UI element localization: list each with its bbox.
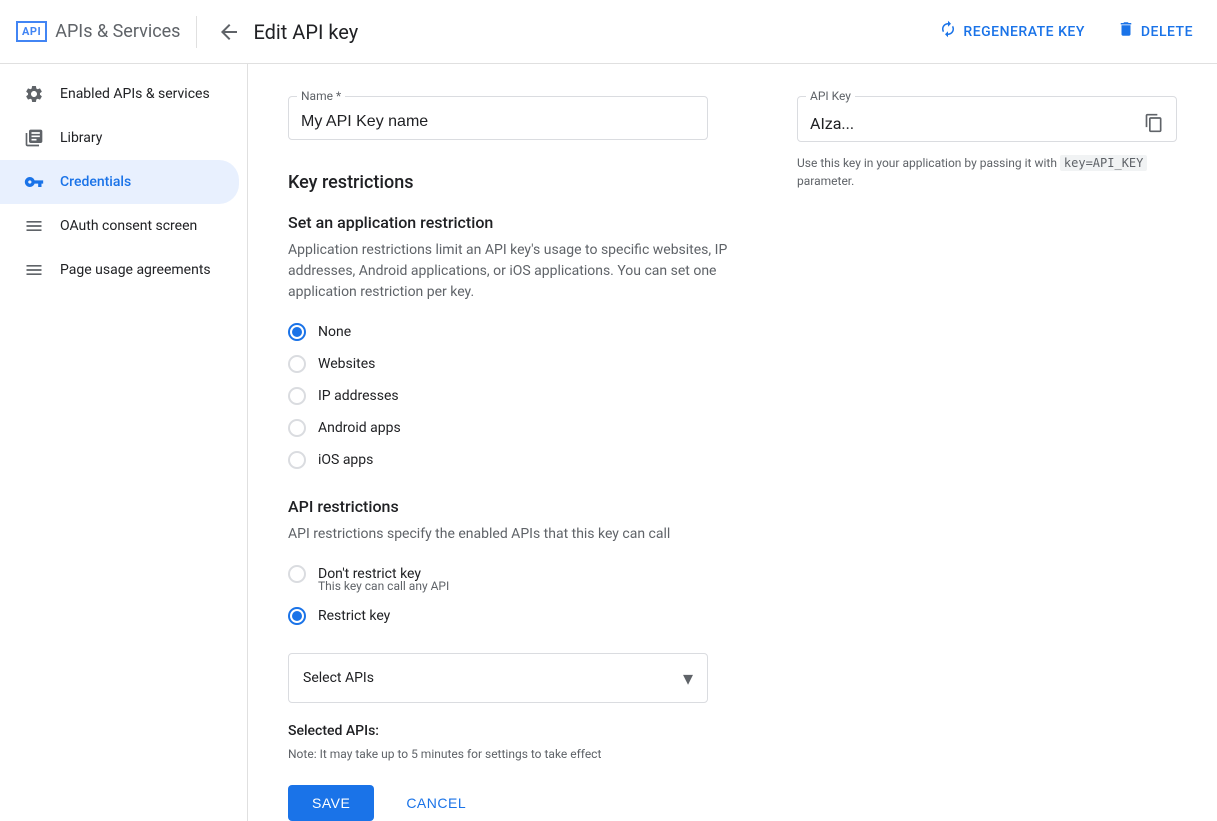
radio-restrict-label: Restrict key	[318, 608, 390, 624]
page-usage-icon	[24, 260, 44, 280]
header-nav: Edit API key	[213, 16, 915, 48]
header-divider	[196, 16, 197, 48]
api-key-hint: Use this key in your application by pass…	[797, 154, 1177, 190]
sidebar-item-label: OAuth consent screen	[60, 218, 197, 234]
dropdown-arrow-icon: ▾	[683, 666, 693, 690]
radio-ip-label: IP addresses	[318, 388, 399, 404]
radio-ios-apps[interactable]: iOS apps	[288, 451, 737, 469]
radio-android-apps[interactable]: Android apps	[288, 419, 737, 437]
action-buttons: SAVE CANCEL	[288, 785, 737, 821]
dont-restrict-sub-text: This key can call any API	[318, 579, 737, 593]
regenerate-icon	[939, 20, 957, 43]
copy-icon[interactable]	[1144, 113, 1164, 133]
name-field-label: Name *	[297, 89, 345, 103]
right-panel: API Key AIza... Use this key in your app…	[797, 96, 1177, 789]
credentials-icon	[24, 172, 44, 192]
library-icon	[24, 128, 44, 148]
cancel-button[interactable]: CANCEL	[390, 785, 482, 821]
selected-apis-label: Selected APIs:	[288, 723, 737, 739]
api-restriction-radio-group: Don't restrict key This key can call any…	[288, 565, 737, 625]
sidebar-item-enabled-apis[interactable]: Enabled APIs & services	[0, 72, 239, 116]
dont-restrict-sublabel: This key can call any API	[288, 579, 737, 593]
app-restriction-description: Application restrictions limit an API ke…	[288, 240, 737, 303]
regenerate-key-button[interactable]: REGENERATE KEY	[931, 12, 1092, 51]
oauth-icon	[24, 216, 44, 236]
app-logo: API APIs & Services	[16, 21, 180, 42]
sidebar-item-library[interactable]: Library	[0, 116, 239, 160]
key-restrictions-heading: Key restrictions	[288, 172, 737, 193]
sidebar-item-label: Library	[60, 130, 102, 146]
app-restriction-heading: Set an application restriction	[288, 213, 737, 232]
api-key-hint-code: key=API_KEY	[1060, 155, 1147, 171]
app-restriction-radio-group: None Websites IP addresses Android apps …	[288, 323, 737, 469]
api-key-value: AIza...	[810, 114, 1136, 133]
radio-restrict-circle	[288, 607, 306, 625]
api-logo-badge: API	[16, 21, 47, 42]
name-text-field: Name *	[288, 96, 708, 140]
name-field-group: Name *	[288, 96, 737, 140]
save-button[interactable]: SAVE	[288, 785, 374, 821]
radio-android-circle	[288, 419, 306, 437]
settings-note: Note: It may take up to 5 minutes for se…	[288, 747, 737, 761]
delete-button[interactable]: DELETE	[1109, 12, 1201, 51]
api-key-hint-prefix: Use this key in your application by pass…	[797, 156, 1060, 170]
regenerate-key-label: REGENERATE KEY	[963, 24, 1084, 40]
select-apis-placeholder: Select APIs	[303, 670, 374, 686]
page-title: Edit API key	[253, 20, 358, 44]
app-name: APIs & Services	[55, 21, 180, 42]
header: API APIs & Services Edit API key REGENER…	[0, 0, 1217, 64]
api-key-field: API Key AIza...	[797, 96, 1177, 142]
sidebar-item-oauth-consent[interactable]: OAuth consent screen	[0, 204, 239, 248]
sidebar-item-label: Enabled APIs & services	[60, 86, 210, 102]
radio-ip-circle	[288, 387, 306, 405]
api-restriction-heading: API restrictions	[288, 497, 737, 516]
sidebar-item-label: Page usage agreements	[60, 262, 211, 278]
radio-android-label: Android apps	[318, 420, 401, 436]
radio-ios-circle	[288, 451, 306, 469]
back-button[interactable]	[213, 16, 245, 48]
radio-none[interactable]: None	[288, 323, 737, 341]
radio-ios-label: iOS apps	[318, 452, 373, 468]
delete-icon	[1117, 20, 1135, 43]
select-apis-dropdown[interactable]: Select APIs ▾	[288, 653, 708, 703]
radio-websites-circle	[288, 355, 306, 373]
radio-none-circle	[288, 323, 306, 341]
radio-none-label: None	[318, 324, 351, 340]
body-wrap: Enabled APIs & services Library Credenti…	[0, 64, 1217, 821]
header-actions: REGENERATE KEY DELETE	[931, 12, 1201, 51]
enabled-apis-icon	[24, 84, 44, 104]
sidebar-item-label: Credentials	[60, 174, 131, 190]
left-panel: Name * Key restrictions Set an applicati…	[288, 96, 737, 789]
sidebar-item-page-usage[interactable]: Page usage agreements	[0, 248, 239, 292]
main-content: Name * Key restrictions Set an applicati…	[248, 64, 1217, 821]
api-key-hint-suffix: parameter.	[797, 174, 854, 188]
radio-websites-label: Websites	[318, 356, 375, 372]
name-input[interactable]	[301, 113, 695, 131]
radio-websites[interactable]: Websites	[288, 355, 737, 373]
delete-label: DELETE	[1141, 24, 1193, 40]
radio-restrict-key[interactable]: Restrict key	[288, 607, 737, 625]
sidebar: Enabled APIs & services Library Credenti…	[0, 64, 248, 821]
radio-ip-addresses[interactable]: IP addresses	[288, 387, 737, 405]
api-restriction-description: API restrictions specify the enabled API…	[288, 524, 737, 545]
sidebar-item-credentials[interactable]: Credentials	[0, 160, 239, 204]
api-key-label: API Key	[806, 89, 855, 103]
